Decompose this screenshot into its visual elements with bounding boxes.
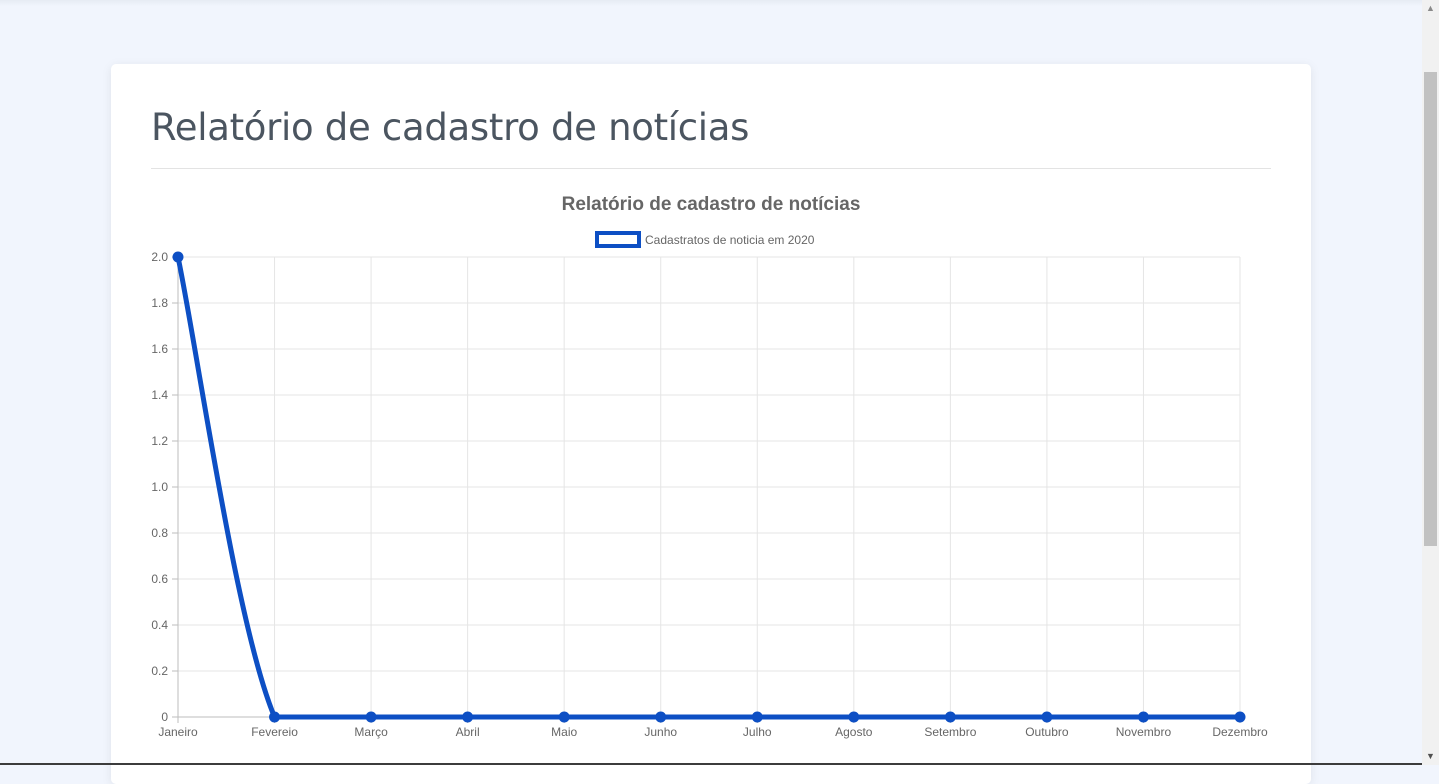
data-point: [269, 711, 281, 723]
chart-legend: Cadastratos de noticia em 2020: [595, 231, 815, 248]
data-point: [655, 711, 667, 723]
y-tick-label: 0.2: [151, 664, 168, 678]
chart-title: Relatório de cadastro de notícias: [562, 194, 861, 215]
x-tick-label: Janeiro: [158, 725, 198, 739]
y-tick-label: 1.0: [151, 480, 168, 494]
data-point: [848, 711, 860, 723]
legend-swatch: [595, 231, 641, 248]
data-point: [944, 711, 956, 723]
y-tick-label: 1.4: [151, 388, 168, 402]
x-tick-label: Abril: [456, 725, 480, 739]
x-tick-label: Setembro: [924, 725, 976, 739]
x-tick-label: Fevereio: [251, 725, 298, 739]
x-tick-label: Julho: [743, 725, 772, 739]
y-tick-label: 0.6: [151, 572, 168, 586]
data-point: [172, 251, 184, 263]
data-point: [1137, 711, 1149, 723]
data-point: [462, 711, 474, 723]
x-tick-label: Novembro: [1116, 725, 1172, 739]
y-tick-label: 2.0: [151, 250, 168, 264]
chart-grid: [177, 256, 1241, 718]
chart-axes: 0 0.2 0.4 0.6 0.8 1.0 1.2 1.4 1.6 1.8 2.0 Janeiro Fe…: [151, 250, 1268, 739]
line-chart: Relatório de cadastro de notícias Cadast…: [151, 194, 1268, 739]
data-point: [1041, 711, 1053, 723]
scroll-up-arrow-icon[interactable]: ▲: [1422, 0, 1439, 17]
y-tick-label: 0: [161, 710, 168, 724]
x-tick-label: Maio: [551, 725, 577, 739]
y-tick-label: 1.2: [151, 434, 168, 448]
data-point: [1234, 711, 1246, 723]
x-tick-label: Março: [354, 725, 388, 739]
legend-label: Cadastratos de noticia em 2020: [645, 233, 815, 247]
data-point: [365, 711, 377, 723]
data-point: [751, 711, 763, 723]
x-tick-label: Outubro: [1025, 725, 1069, 739]
x-tick-label: Junho: [644, 725, 677, 739]
y-tick-label: 0.8: [151, 526, 168, 540]
scrollbar-thumb[interactable]: [1424, 72, 1437, 546]
data-point: [558, 711, 570, 723]
y-tick-label: 0.4: [151, 618, 168, 632]
y-tick-label: 1.6: [151, 342, 168, 356]
vertical-scrollbar[interactable]: ▲ ▼: [1422, 0, 1439, 765]
y-tick-label: 1.8: [151, 296, 168, 310]
x-tick-label: Agosto: [835, 725, 873, 739]
x-tick-label: Dezembro: [1212, 725, 1268, 739]
scroll-down-arrow-icon[interactable]: ▼: [1422, 748, 1439, 765]
